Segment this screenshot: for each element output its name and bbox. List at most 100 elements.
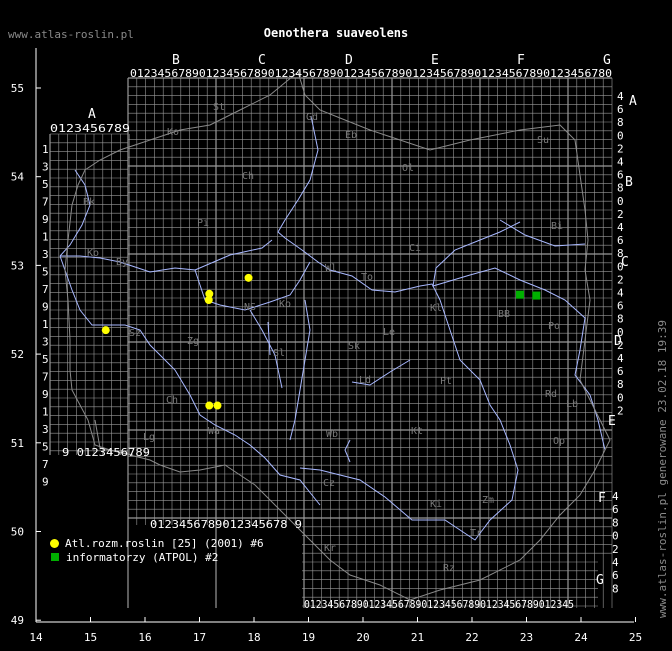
x-tick-label: 17: [193, 631, 206, 644]
region-label: Sl: [273, 348, 285, 359]
atpol-label: A: [88, 107, 96, 122]
legend: Atl.rozm.roslin [25] (2001) #6 informato…: [50, 536, 264, 564]
region-label: Tr: [470, 528, 482, 539]
x-tick-label: 24: [574, 631, 588, 644]
region-label: Ch: [166, 395, 178, 406]
x-tick-label: 20: [356, 631, 369, 644]
atpol-label: 6: [617, 300, 624, 313]
legend-item-yellow: Atl.rozm.roslin [25] (2001) #6: [50, 536, 264, 550]
atpol-label: 6: [612, 569, 619, 582]
atpol-label: C: [621, 255, 629, 270]
atpol-label: G: [596, 573, 604, 588]
legend-item-green: informatorzy (ATPOL) #2: [50, 550, 264, 564]
atpol-label: 0123456789012345678 9: [150, 518, 302, 531]
green-point: [532, 291, 541, 300]
x-tick-label: 15: [84, 631, 97, 644]
atpol-label: 1: [42, 231, 49, 244]
atpol-label: 8: [617, 313, 624, 326]
atpol-label: C: [258, 53, 266, 68]
atpol-label: 6: [617, 365, 624, 378]
region-label: Wb: [326, 429, 338, 440]
yellow-point: [204, 295, 213, 304]
atpol-label: 0: [612, 530, 619, 543]
yellow-point: [213, 401, 222, 410]
legend-label-green: informatorzy (ATPOL) #2: [66, 550, 219, 564]
y-tick-label: 50: [11, 526, 24, 539]
y-tick-label: 52: [11, 348, 24, 361]
atpol-label: 5: [42, 178, 49, 191]
y-tick-label: 55: [11, 82, 24, 95]
atpol-label: 9: [42, 476, 49, 489]
region-label: Lg: [143, 432, 155, 443]
atpol-label: 0123456789012345678901234567890123456789…: [130, 67, 612, 80]
atpol-label: 7: [42, 458, 49, 471]
atpol-label: 8: [617, 116, 624, 129]
region-label: Pi: [197, 218, 209, 229]
y-tick-label: 54: [11, 171, 25, 184]
atpol-label: 5: [42, 266, 49, 279]
y-tick-label: 53: [11, 259, 24, 272]
generated-note: www.atlas-roslin.pl generowane 23.02.18 …: [656, 319, 669, 618]
atpol-label: F: [517, 53, 525, 68]
region-label: Ch: [242, 171, 254, 182]
region-label: Zg: [187, 336, 199, 347]
yellow-point: [205, 401, 214, 410]
atpol-label: 2: [617, 404, 624, 417]
atpol-label: 5: [42, 441, 49, 454]
rivers: [59, 115, 606, 541]
region-label: Sz: [129, 328, 141, 339]
region-borders: [64, 71, 611, 601]
atpol-label: 1: [42, 318, 49, 331]
atpol-label: 2: [617, 142, 624, 155]
atpol-label: 4: [617, 352, 624, 365]
atpol-label: 4: [612, 556, 619, 569]
region-label: Ko: [87, 248, 99, 259]
atpol-label: 0123456789012345678901234567890123456789…: [304, 598, 574, 611]
atpol-label: 0: [617, 195, 624, 208]
region-label: Le: [383, 327, 395, 338]
region-label: Pt: [440, 376, 452, 387]
y-tick-label: 51: [11, 437, 24, 450]
region-label: Eb: [345, 130, 357, 141]
region-label: To: [361, 272, 373, 283]
atpol-label: 0: [617, 129, 624, 142]
region-label: Cz: [323, 478, 335, 489]
region-label: Bk: [83, 197, 95, 208]
region-label: Gd: [306, 112, 318, 123]
map-title: Oenothera suaveolens: [263, 26, 409, 40]
region-label: Ol: [402, 163, 414, 174]
atpol-label: 4: [612, 490, 619, 503]
region-label: Kl: [430, 303, 442, 314]
x-tick-label: 19: [302, 631, 315, 644]
region-label: Kr: [324, 543, 336, 554]
region-label: Lb: [566, 399, 578, 410]
atpol-label: 7: [42, 196, 49, 209]
region-label: Ko: [167, 127, 179, 138]
atpol-label: 8: [612, 516, 619, 529]
region-label: Po: [548, 321, 560, 332]
region-label: Ld: [359, 375, 371, 386]
region-label: Zm: [482, 495, 494, 506]
x-tick-label: 16: [138, 631, 151, 644]
atpol-label: D: [345, 53, 353, 68]
x-tick-label: 25: [629, 631, 642, 644]
atpol-label: F: [598, 491, 606, 506]
green-point: [515, 290, 524, 299]
atpol-label: E: [608, 414, 616, 429]
x-tick-label: 14: [29, 631, 43, 644]
atpol-label: 4: [617, 221, 624, 234]
region-label: BB: [498, 309, 510, 320]
atpol-label: 3: [42, 161, 49, 174]
atpol-label: D: [614, 334, 622, 349]
atpol-label: 9: [42, 213, 49, 226]
atpol-label: 9: [42, 388, 49, 401]
atpol-label: 9: [42, 301, 49, 314]
legend-label-yellow: Atl.rozm.roslin [25] (2001) #6: [65, 536, 264, 550]
x-tick-label: 21: [411, 631, 424, 644]
atpol-label: 1: [42, 406, 49, 419]
region-label: Rz: [443, 563, 455, 574]
atpol-label: 7: [42, 371, 49, 384]
atpol-label: 3: [42, 336, 49, 349]
x-tick-label: 23: [520, 631, 533, 644]
region-label: Rd: [545, 389, 557, 400]
